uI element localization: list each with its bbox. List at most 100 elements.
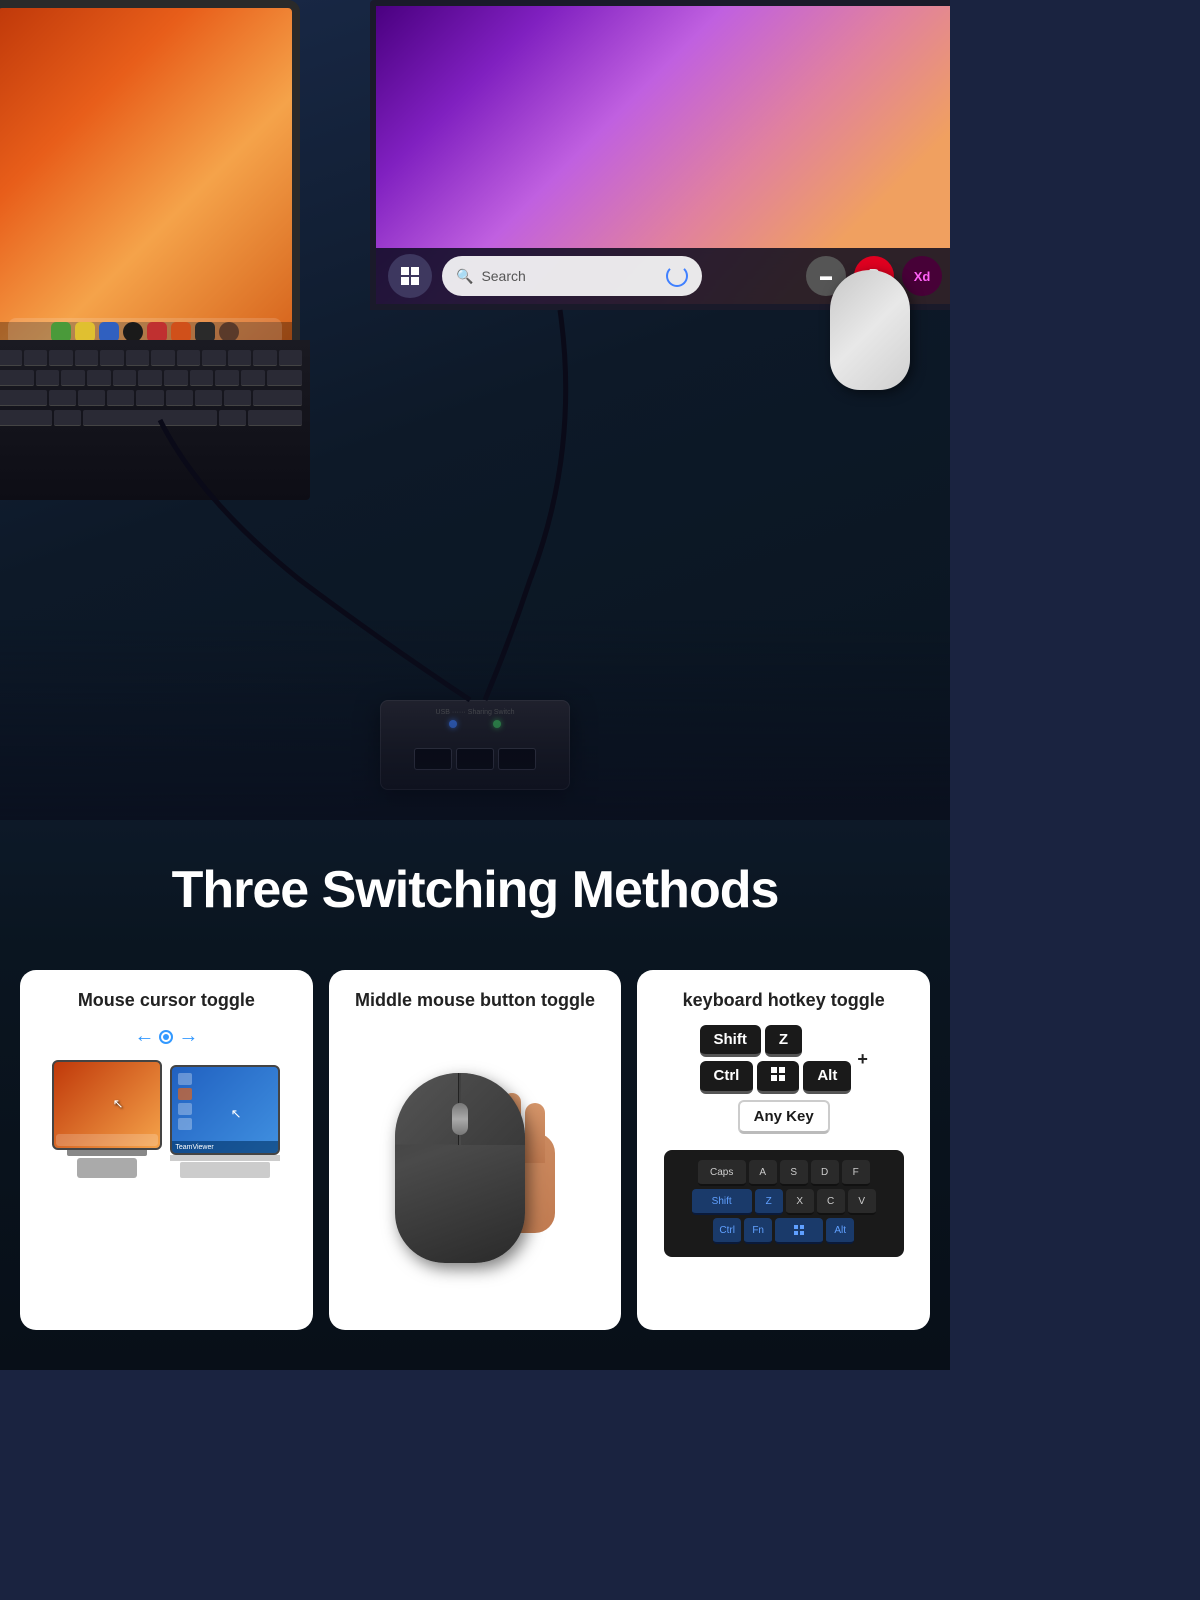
ctrl-key-kb: Ctrl bbox=[713, 1218, 741, 1244]
key-group-1: Shift Z Ctrl Alt bbox=[700, 1025, 852, 1094]
lkb-key bbox=[126, 350, 150, 366]
lkb-key bbox=[151, 350, 175, 366]
cards-section: Mouse cursor toggle ← → ↖ bbox=[0, 950, 950, 1370]
cursor-on-win: ↖ bbox=[231, 1106, 242, 1122]
lkb-key bbox=[138, 370, 162, 386]
preview-mac-screen: ↖ bbox=[52, 1060, 162, 1150]
card1-content: ← → ↖ bbox=[40, 1025, 293, 1310]
lkb-key bbox=[241, 370, 265, 386]
lkb-key bbox=[24, 350, 48, 366]
x-key-kb: X bbox=[786, 1189, 814, 1215]
dock-icon-7 bbox=[195, 322, 215, 342]
lkb-key bbox=[228, 350, 252, 366]
lkb-key bbox=[49, 390, 76, 406]
windows-start-button[interactable] bbox=[388, 254, 432, 298]
mini-mac-dock bbox=[56, 1134, 158, 1146]
mac-mini-base bbox=[77, 1158, 137, 1178]
search-bar[interactable]: 🔍 Search bbox=[442, 256, 702, 296]
c-key-kb: C bbox=[817, 1189, 845, 1215]
dock-icon-3 bbox=[99, 322, 119, 342]
alt-key-kb: Alt bbox=[826, 1218, 854, 1244]
circle-dot-icon bbox=[158, 1029, 174, 1045]
win-desktop-icons bbox=[178, 1073, 192, 1130]
lkb-key bbox=[107, 390, 134, 406]
lkb-key bbox=[87, 370, 111, 386]
any-key: Any Key bbox=[738, 1100, 830, 1134]
lkb-key bbox=[253, 350, 277, 366]
lkb-key bbox=[224, 390, 251, 406]
arrow-right-icon: → bbox=[178, 1025, 198, 1048]
win-key bbox=[757, 1061, 799, 1094]
lkb-key bbox=[36, 370, 60, 386]
shift-key-kb: Shift bbox=[692, 1189, 752, 1215]
ctrl-key: Ctrl bbox=[700, 1061, 754, 1094]
lkb-key bbox=[136, 390, 163, 406]
mouse-visual bbox=[385, 1053, 565, 1283]
kb-row-1: Caps A S D F bbox=[672, 1160, 896, 1186]
lkb-key bbox=[78, 390, 105, 406]
card3-title: keyboard hotkey toggle bbox=[657, 990, 910, 1011]
card2-content bbox=[349, 1025, 602, 1310]
hero-section: 🔍 Search ▬ P Xd USB ······ Sharing Switc… bbox=[0, 0, 950, 820]
lkb-key bbox=[215, 370, 239, 386]
arrow-indicator: ← → bbox=[134, 1025, 198, 1048]
finger-1 bbox=[525, 1103, 545, 1163]
lkb-key bbox=[190, 370, 214, 386]
s-key: S bbox=[780, 1160, 808, 1186]
table-surface bbox=[0, 620, 950, 820]
lkb-key bbox=[195, 390, 222, 406]
card-keyboard-hotkey: keyboard hotkey toggle Shift Z Ctrl bbox=[637, 970, 930, 1330]
card2-title: Middle mouse button toggle bbox=[349, 990, 602, 1011]
laptop-keyboard bbox=[0, 340, 310, 500]
lkb-key bbox=[166, 390, 193, 406]
win-key-kb bbox=[775, 1218, 823, 1244]
v-key-kb: V bbox=[848, 1189, 876, 1215]
lkb-key bbox=[267, 370, 303, 386]
title-section: Three Switching Methods bbox=[0, 820, 950, 950]
dock-icon-1 bbox=[51, 322, 71, 342]
fn-key-kb: Fn bbox=[744, 1218, 772, 1244]
laptop-base-mini bbox=[180, 1162, 270, 1178]
lkb-key bbox=[0, 410, 52, 426]
lkb-key bbox=[253, 390, 302, 406]
dock-icon-4 bbox=[123, 322, 143, 342]
search-placeholder-text: Search bbox=[481, 268, 658, 284]
card-mouse-cursor: Mouse cursor toggle ← → ↖ bbox=[20, 970, 313, 1330]
search-icon: 🔍 bbox=[456, 268, 473, 285]
lkb-key bbox=[0, 390, 47, 406]
preview-win-screen: ↖ TeamViewer bbox=[170, 1065, 280, 1155]
caps-key: Caps bbox=[698, 1160, 746, 1186]
kb-row-3: Ctrl Fn Alt bbox=[672, 1218, 896, 1244]
laptop-screen bbox=[0, 0, 300, 360]
dock-icon-2 bbox=[75, 322, 95, 342]
mac-stand bbox=[67, 1150, 147, 1156]
page-title: Three Switching Methods bbox=[20, 860, 930, 920]
lkb-key bbox=[49, 350, 73, 366]
z-key: Z bbox=[765, 1025, 802, 1057]
laptop-device bbox=[0, 0, 320, 500]
card1-title: Mouse cursor toggle bbox=[40, 990, 293, 1011]
plus-sign: + bbox=[857, 1049, 868, 1070]
d-key: D bbox=[811, 1160, 839, 1186]
lkb-key bbox=[0, 370, 34, 386]
lkb-key bbox=[164, 370, 188, 386]
lkb-key bbox=[61, 370, 85, 386]
a-key: A bbox=[749, 1160, 777, 1186]
monitor-stand-mini bbox=[170, 1155, 280, 1161]
cortana-icon bbox=[666, 265, 688, 287]
z-key-kb: Z bbox=[755, 1189, 783, 1215]
lkb-key bbox=[83, 410, 218, 426]
lkb-key bbox=[219, 410, 246, 426]
cursor-on-mac: ↖ bbox=[113, 1096, 124, 1112]
screens-preview: ↖ ↖ bbox=[52, 1060, 280, 1178]
dock-icon-8 bbox=[219, 322, 239, 342]
card3-content: Shift Z Ctrl Alt bbox=[657, 1025, 910, 1310]
monitor-screen: 🔍 Search ▬ P Xd bbox=[370, 0, 950, 310]
mouse-device bbox=[830, 270, 920, 400]
dock-icon-5 bbox=[147, 322, 167, 342]
lkb-key bbox=[100, 350, 124, 366]
mouse-body-visual bbox=[395, 1073, 525, 1263]
dock-icon-6 bbox=[171, 322, 191, 342]
lkb-key bbox=[113, 370, 137, 386]
lkb-key bbox=[279, 350, 303, 366]
